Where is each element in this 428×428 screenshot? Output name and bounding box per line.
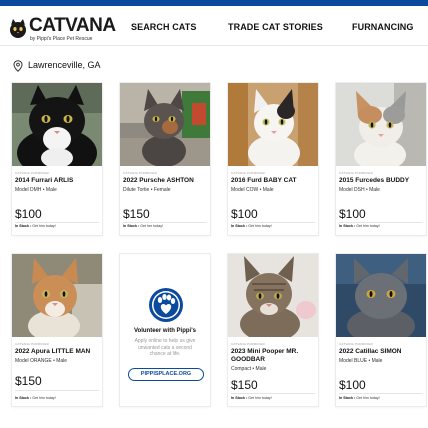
listing-model: Dilute Tortie • Female	[123, 187, 171, 193]
brand-tagline: by Pippi's Place Pet Rescue	[30, 36, 93, 42]
listing-title[interactable]: 2015 Furcedes BUDDY	[339, 177, 425, 185]
cat-photo[interactable]	[228, 83, 318, 166]
listing-eyebrow: CATVANA PURRIFIED	[339, 342, 373, 346]
cat-photo[interactable]	[336, 254, 426, 337]
listing-price: $100	[339, 378, 366, 392]
stock-status: In Stock • Get him today!	[15, 224, 56, 228]
listing-title[interactable]: 2022 Apura LITTLE MAN	[15, 348, 101, 356]
cat-card[interactable]: CATVANA PURRIFIED 2023 Mini Pooper MR. G…	[228, 254, 318, 406]
cat-photo[interactable]	[228, 254, 318, 337]
listing-model: Compact • Male	[231, 366, 267, 372]
listing-price: $150	[231, 378, 258, 392]
divider	[231, 393, 315, 394]
cat-photo[interactable]	[336, 83, 426, 166]
site-header: CATVANA by Pippi's Place Pet Rescue SEAR…	[0, 6, 428, 46]
cat-face-icon	[10, 19, 26, 38]
stock-status: In Stock • Get him today!	[15, 396, 56, 400]
location-label: Lawrenceville, GA	[28, 60, 101, 70]
listing-eyebrow: CATVANA PURRIFIED	[231, 171, 265, 175]
stock-status: In Stock • Get him today!	[231, 224, 272, 228]
divider	[15, 390, 99, 391]
cat-photo[interactable]	[12, 254, 102, 337]
cat-card[interactable]: CATVANA PURRIFIED 2022 Catillac SIMON Mo…	[336, 254, 426, 406]
listing-price: $100	[231, 207, 258, 221]
nav-search-cats[interactable]: SEARCH CATS	[131, 22, 196, 32]
stock-status: In Stock • Get him today!	[339, 396, 380, 400]
cat-card[interactable]: CATVANA PURRIFIED 2022 Pursche ASHTON Di…	[120, 83, 210, 235]
listing-model: Model DMH • Male	[15, 187, 57, 193]
divider	[15, 222, 99, 223]
cat-photo[interactable]	[120, 83, 210, 166]
divider	[123, 222, 207, 223]
stock-status: In Stock • Get him today!	[231, 396, 272, 400]
divider	[339, 393, 423, 394]
listing-eyebrow: CATVANA PURRIFIED	[15, 342, 49, 346]
listing-model: Model BLUE • Male	[339, 358, 383, 364]
listing-title[interactable]: 2014 Furrari ARLIS	[15, 177, 101, 185]
divider	[339, 222, 423, 223]
divider	[231, 222, 315, 223]
listing-eyebrow: CATVANA PURRIFIED	[231, 342, 265, 346]
cat-card[interactable]: CATVANA PURRIFIED 2014 Furrari ARLIS Mod…	[12, 83, 102, 235]
listing-title[interactable]: 2023 Mini Pooper MR. GOODBAR	[231, 348, 317, 363]
listing-title[interactable]: 2016 Furd BABY CAT	[231, 177, 317, 185]
map-pin-icon	[13, 60, 23, 72]
nav-trade-cat-stories[interactable]: TRADE CAT STORIES	[228, 22, 323, 32]
listing-eyebrow: CATVANA PURRIFIED	[123, 171, 157, 175]
cat-card[interactable]: CATVANA PURRIFIED 2015 Furcedes BUDDY Mo…	[336, 83, 426, 235]
stock-status: In Stock • Get him today!	[339, 224, 380, 228]
pippisplace-link-button[interactable]: PIPPISPLACE.ORG	[128, 368, 204, 381]
listing-model: Model ORANGE • Male	[15, 358, 68, 364]
cat-photo[interactable]	[12, 83, 102, 166]
promo-text: Apply online to help us give unwanted ca…	[134, 338, 196, 357]
listing-price: $100	[339, 207, 366, 221]
listing-eyebrow: CATVANA PURRIFIED	[339, 171, 373, 175]
promo-title: Volunteer with Pippi's	[134, 328, 196, 334]
listing-title[interactable]: 2022 Pursche ASHTON	[123, 177, 209, 185]
listing-eyebrow: CATVANA PURRIFIED	[15, 171, 49, 175]
stock-status: In Stock • Get her today!	[123, 224, 164, 228]
listing-title[interactable]: 2022 Catillac SIMON	[339, 348, 425, 356]
cat-card[interactable]: CATVANA PURRIFIED 2022 Apura LITTLE MAN …	[12, 254, 102, 406]
listing-model: Model DSH • Male	[339, 187, 380, 193]
volunteer-promo-card: Volunteer with Pippi's Apply online to h…	[120, 254, 210, 406]
nav-furnancing[interactable]: FURNANCING	[352, 22, 414, 32]
listing-price: $100	[15, 207, 42, 221]
listing-price: $150	[15, 374, 42, 388]
catvana-logo[interactable]: CATVANA by Pippi's Place Pet Rescue	[8, 15, 116, 43]
brand-name: CATVANA	[29, 15, 116, 36]
cat-card[interactable]: CATVANA PURRIFIED 2016 Furd BABY CAT Mod…	[228, 83, 318, 235]
listing-model: Model COW • Male	[231, 187, 274, 193]
paw-heart-icon	[149, 288, 183, 322]
listing-price: $150	[123, 207, 150, 221]
